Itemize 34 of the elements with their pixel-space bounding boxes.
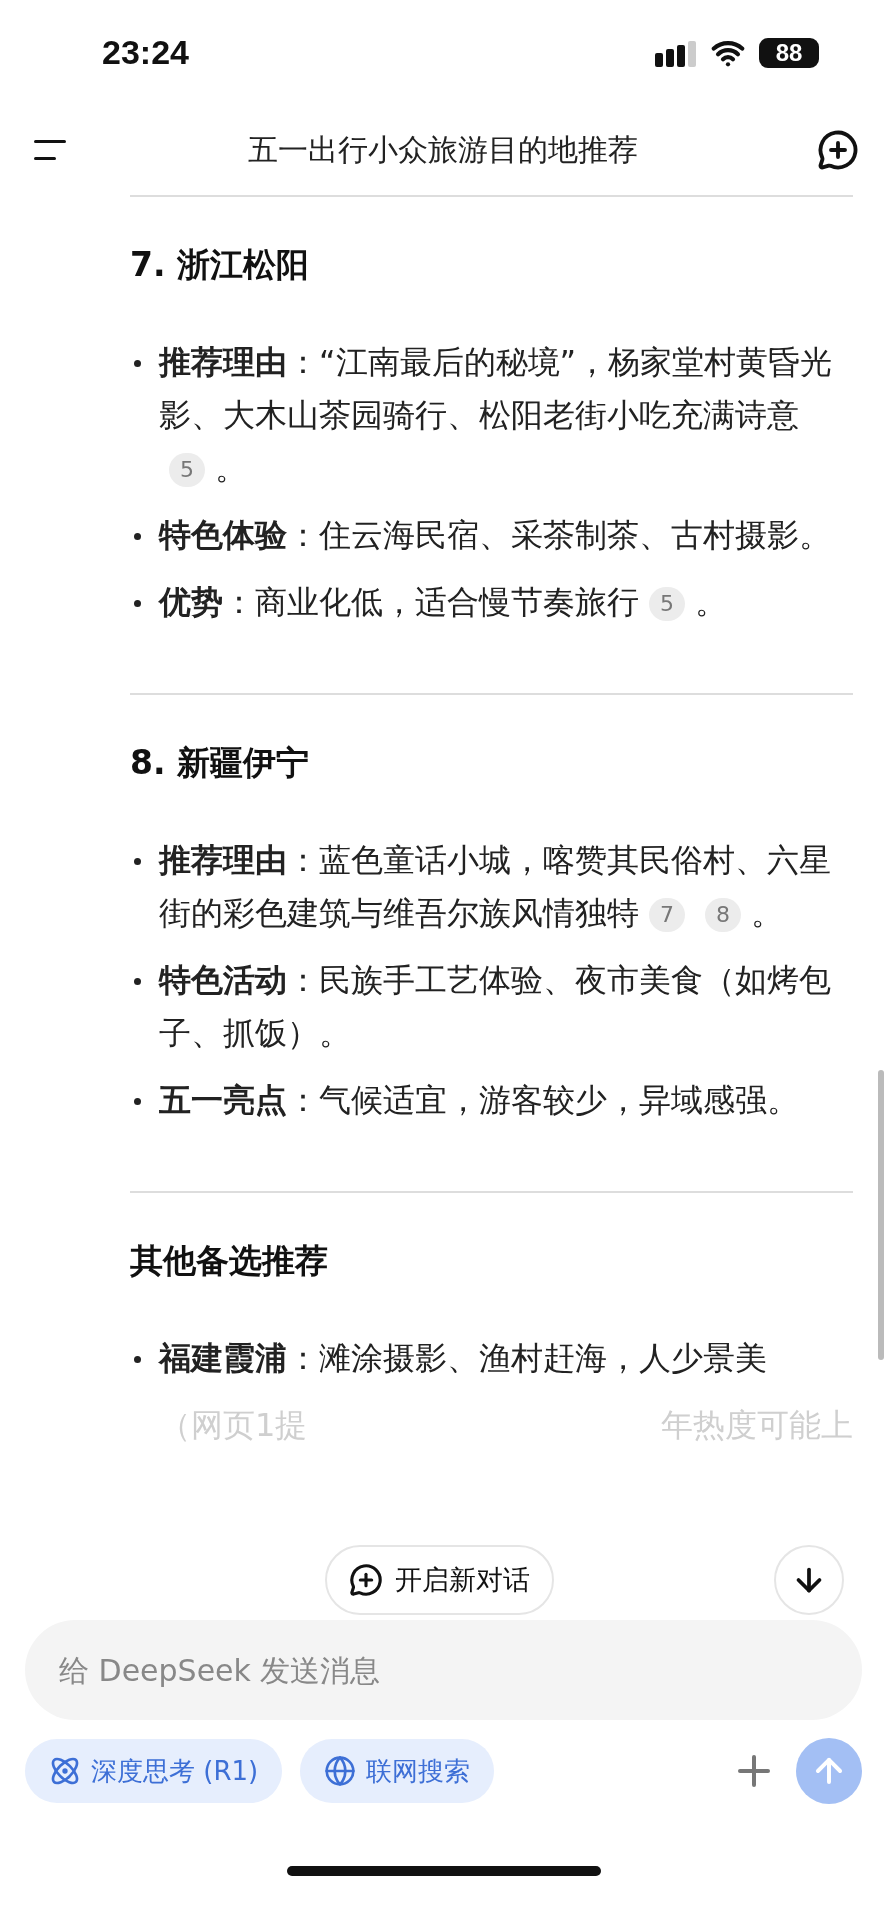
bullet	[134, 533, 141, 540]
bullet	[134, 978, 141, 985]
bullet-text: 优势：商业化低，适合慢节奏旅行 5 。	[159, 582, 727, 623]
new-chat-button[interactable]: 开启新对话	[325, 1545, 554, 1615]
bullet	[134, 360, 141, 367]
citation-badge[interactable]: 7	[649, 898, 685, 932]
new-chat-icon	[349, 1563, 383, 1597]
bullet	[134, 1356, 141, 1363]
bullet-text: 特色体验：住云海民宿、采茶制茶、古村摄影。	[159, 515, 831, 556]
status-time: 23:24	[102, 33, 189, 72]
bullet-text: 推荐理由：蓝色童话小城，喀赞其民俗村、六星街的彩色建筑与维吾尔族风情独特 7 8 。	[159, 840, 832, 934]
signal-icon	[655, 39, 697, 67]
toggle-chip[interactable]: 深度思考 (R1)	[25, 1739, 283, 1803]
citation-badge[interactable]: 5	[649, 587, 685, 621]
section-heading: 8. 新疆伊宁	[130, 742, 310, 784]
message-input[interactable]: 给 DeepSeek 发送消息	[25, 1620, 862, 1720]
bullet-text: 五一亮点：气候适宜，游客较少，异域感强。	[159, 1080, 799, 1121]
chat-title: 五一出行小众旅游目的地推荐	[247, 130, 638, 169]
bullet-text: 特色活动：民族手工艺体验、夜市美食（如烤包子、抓饭）。	[159, 960, 832, 1054]
new-chat-icon[interactable]	[817, 129, 859, 171]
citation-badge[interactable]: 8	[705, 898, 741, 932]
bullet-text: 推荐理由：“江南最后的秘境”，杨家堂村黄昏光影、大木山茶园骑行、松阳老街小吃充满诗意 5 。	[159, 342, 834, 489]
toggle-chip[interactable]: 联网搜索	[300, 1739, 495, 1803]
bullet	[134, 1098, 141, 1105]
atom-icon	[49, 1755, 81, 1787]
section-heading: 其他备选推荐	[130, 1240, 329, 1282]
battery-icon: 88	[759, 38, 819, 68]
menu-button[interactable]	[32, 138, 68, 162]
globe-icon	[324, 1755, 357, 1787]
bullet	[134, 858, 141, 865]
citation-badge[interactable]: 5	[169, 453, 205, 487]
bullet	[134, 600, 141, 607]
section-heading: 7. 浙江松阳	[130, 244, 310, 286]
bullet-text: 福建霞浦：滩涂摄影、渔村赶海，人少景美	[159, 1338, 767, 1379]
